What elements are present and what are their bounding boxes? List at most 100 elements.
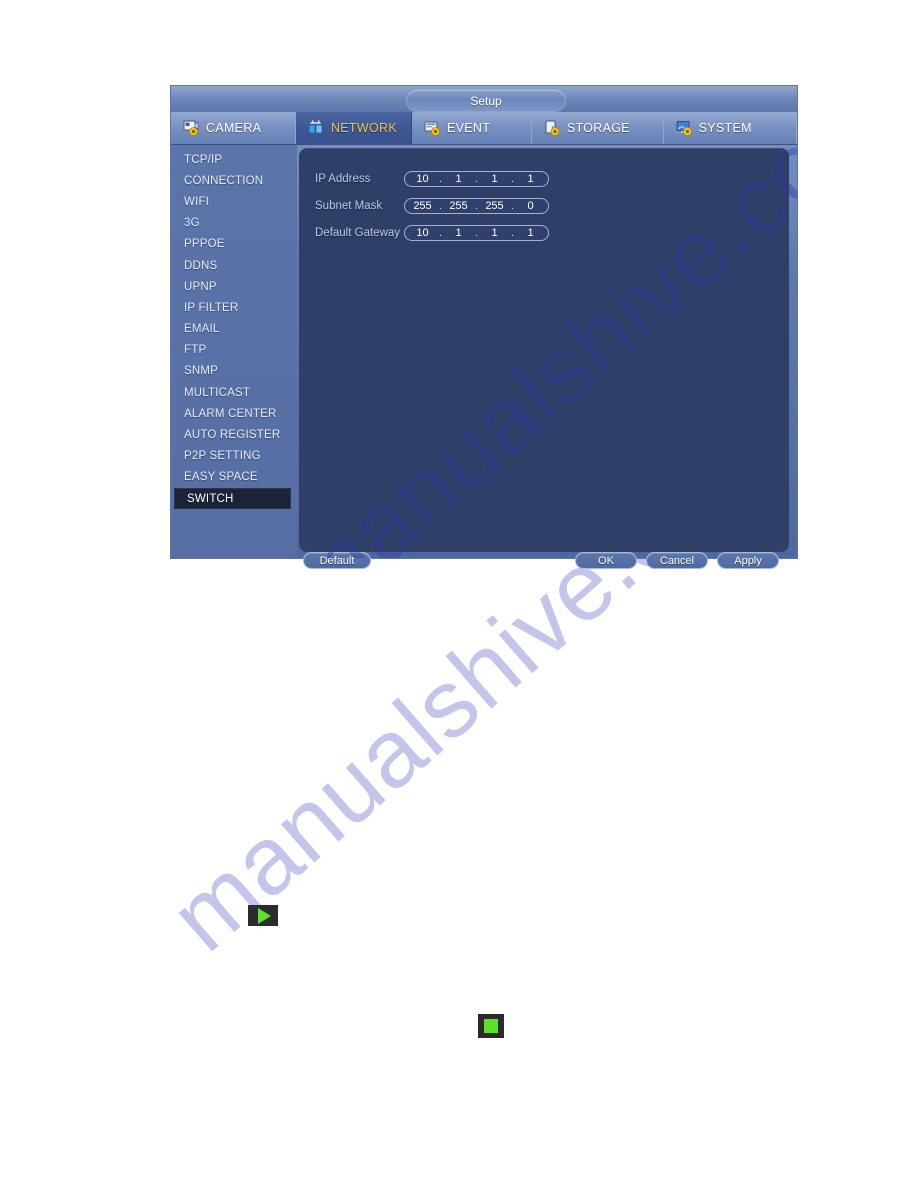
default-gateway-label: Default Gateway: [315, 227, 401, 239]
sidebar-item-ddns[interactable]: DDNS: [171, 255, 297, 276]
play-icon[interactable]: [248, 905, 278, 926]
default-gateway-octet-1[interactable]: 10: [412, 227, 434, 239]
form-row-default-gateway: Default Gateway 10 . 1 . 1 . 1: [315, 222, 549, 244]
tab-network[interactable]: NETWORK: [295, 112, 412, 144]
sidebar-item-label: EASY SPACE: [184, 471, 258, 484]
sidebar-item-p2p-setting[interactable]: P2P SETTING: [171, 446, 297, 467]
tab-event-label: EVENT: [446, 121, 491, 135]
play-triangle-icon: [258, 907, 271, 924]
subnet-mask-octet-2[interactable]: 255: [448, 200, 470, 212]
ip-separator: .: [510, 200, 515, 212]
sidebar-item-multicast[interactable]: MULTICAST: [171, 382, 297, 403]
sidebar-item-label: EMAIL: [184, 323, 220, 336]
subnet-mask-label: Subnet Mask: [315, 200, 383, 212]
ok-button-label: OK: [598, 554, 614, 567]
storage-gear-icon: [545, 120, 560, 136]
event-gear-icon: [424, 121, 440, 136]
tab-network-label: NETWORK: [330, 121, 397, 135]
tab-system[interactable]: SYSTEM: [664, 112, 797, 144]
sidebar-item-pppoe[interactable]: PPPOE: [171, 234, 297, 255]
form-row-subnet-mask: Subnet Mask 255 . 255 . 255 . 0: [315, 195, 549, 217]
tab-event[interactable]: EVENT: [412, 112, 532, 144]
sidebar-item-label: P2P SETTING: [184, 450, 261, 463]
ip-address-input[interactable]: 10 . 1 . 1 . 1: [404, 171, 549, 187]
system-gear-icon: [676, 121, 692, 136]
ip-separator: .: [474, 173, 479, 185]
sidebar-item-3g[interactable]: 3G: [171, 213, 297, 234]
subnet-mask-octet-3[interactable]: 255: [484, 200, 506, 212]
ok-button[interactable]: OK: [575, 552, 637, 569]
sidebar-item-label: IP FILTER: [184, 301, 239, 314]
default-button[interactable]: Default: [303, 552, 371, 569]
stop-square-icon: [484, 1019, 498, 1033]
window-title-pill: Setup: [406, 89, 566, 112]
sidebar-item-label: SWITCH: [187, 492, 234, 505]
stop-icon[interactable]: [478, 1014, 504, 1038]
switch-settings-form: IP Address 10 . 1 . 1 . 1 Subnet Mask 25…: [315, 168, 549, 249]
sidebar-item-switch[interactable]: SWITCH: [174, 488, 291, 510]
sidebar-item-tcpip[interactable]: TCP/IP: [171, 149, 297, 170]
ip-address-octet-2[interactable]: 1: [448, 173, 470, 185]
tab-storage[interactable]: STORAGE: [532, 112, 664, 144]
ip-separator: .: [474, 227, 479, 239]
content-panel: IP Address 10 . 1 . 1 . 1 Subnet Mask 25…: [299, 148, 789, 552]
sidebar-item-label: CONNECTION: [184, 174, 264, 187]
window-title: Setup: [470, 93, 502, 108]
network-gear-icon: [308, 120, 323, 134]
sidebar-item-snmp[interactable]: SNMP: [171, 361, 297, 382]
sidebar-item-connection[interactable]: CONNECTION: [171, 170, 297, 191]
ip-separator: .: [510, 173, 515, 185]
sidebar-item-upnp[interactable]: UPNP: [171, 276, 297, 297]
sidebar-item-label: PPPOE: [184, 238, 225, 251]
sidebar-item-label: AUTO REGISTER: [184, 429, 281, 442]
cancel-button-label: Cancel: [659, 554, 695, 567]
cancel-button[interactable]: Cancel: [646, 552, 708, 569]
sidebar-item-label: ALARM CENTER: [184, 407, 277, 420]
tab-camera-label: CAMERA: [206, 121, 262, 135]
dialog-button-bar: Default OK Cancel Apply: [299, 552, 789, 578]
apply-button-label: Apply: [734, 554, 762, 567]
ip-address-octet-1[interactable]: 10: [412, 173, 434, 185]
sidebar-item-label: MULTICAST: [184, 386, 251, 399]
ip-separator: .: [510, 227, 515, 239]
sidebar-item-ip-filter[interactable]: IP FILTER: [171, 297, 297, 318]
sidebar-item-alarm-center[interactable]: ALARM CENTER: [171, 403, 297, 424]
default-gateway-octet-3[interactable]: 1: [484, 227, 506, 239]
ip-separator: .: [474, 200, 479, 212]
sidebar-item-label: DDNS: [184, 259, 218, 272]
default-gateway-octet-4[interactable]: 1: [520, 227, 542, 239]
ip-separator: .: [438, 173, 443, 185]
setup-dialog: manualshive.com Setup CAMERA: [171, 86, 797, 569]
sidebar-item-label: 3G: [184, 217, 200, 230]
default-button-label: Default: [319, 554, 355, 567]
tab-camera[interactable]: CAMERA: [171, 112, 296, 144]
sidebar-item-ftp[interactable]: FTP: [171, 340, 297, 361]
subnet-mask-octet-4[interactable]: 0: [520, 200, 542, 212]
camera-gear-icon: [183, 120, 199, 136]
ip-address-octet-4[interactable]: 1: [520, 173, 542, 185]
sidebar-item-label: SNMP: [184, 365, 219, 378]
subnet-mask-input[interactable]: 255 . 255 . 255 . 0: [404, 198, 549, 214]
ip-address-octet-3[interactable]: 1: [484, 173, 506, 185]
title-bar: Setup: [171, 86, 797, 112]
sidebar-item-wifi[interactable]: WIFI: [171, 191, 297, 212]
tab-strip[interactable]: CAMERA NETWORK EVENT STORAGE SYSTEM: [171, 112, 797, 145]
sidebar: TCP/IP CONNECTION WIFI 3G PPPOE DDNS UPN…: [171, 145, 297, 558]
tab-system-label: SYSTEM: [698, 121, 752, 135]
ip-address-label: IP Address: [315, 173, 371, 185]
sidebar-item-auto-register[interactable]: AUTO REGISTER: [171, 424, 297, 445]
sidebar-item-label: WIFI: [184, 195, 210, 208]
sidebar-item-email[interactable]: EMAIL: [171, 319, 297, 340]
sidebar-item-label: UPNP: [184, 280, 217, 293]
apply-button[interactable]: Apply: [717, 552, 779, 569]
form-row-ip-address: IP Address 10 . 1 . 1 . 1: [315, 168, 549, 190]
ip-separator: .: [438, 227, 443, 239]
default-gateway-input[interactable]: 10 . 1 . 1 . 1: [404, 225, 549, 241]
tab-storage-label: STORAGE: [566, 121, 630, 135]
subnet-mask-octet-1[interactable]: 255: [412, 200, 434, 212]
ip-separator: .: [438, 200, 443, 212]
default-gateway-octet-2[interactable]: 1: [448, 227, 470, 239]
sidebar-item-label: FTP: [184, 344, 207, 357]
sidebar-item-easy-space[interactable]: EASY SPACE: [171, 467, 297, 488]
sidebar-item-label: TCP/IP: [184, 153, 223, 166]
